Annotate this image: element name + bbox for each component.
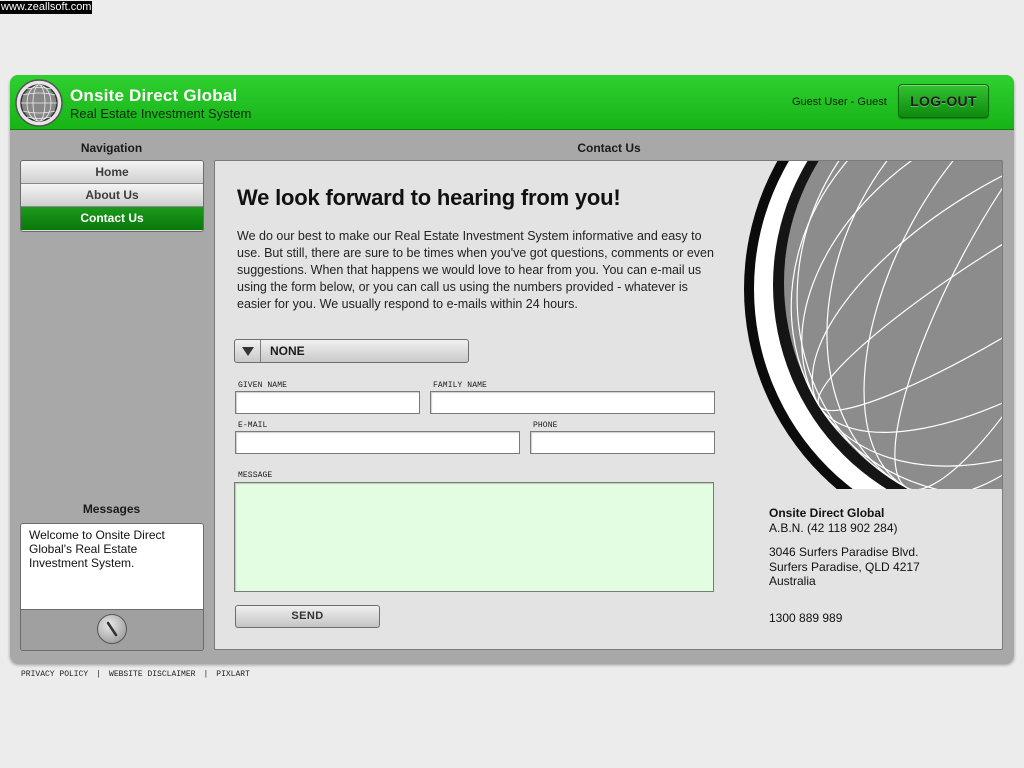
company-address-line1: 3046 Surfers Paradise Blvd. — [769, 545, 919, 559]
message-textarea[interactable] — [234, 482, 714, 592]
given-name-field[interactable] — [235, 391, 420, 414]
company-country: Australia — [769, 574, 816, 588]
intro-paragraph: We do our best to make our Real Estate I… — [237, 229, 714, 311]
globe-logo-icon — [15, 79, 63, 127]
globe-illustration-icon — [744, 161, 1002, 489]
given-name-label: GIVEN NAME — [238, 381, 288, 390]
footer-separator: | — [96, 670, 102, 679]
nav-item-about-us[interactable]: About Us — [21, 184, 203, 207]
family-name-field[interactable] — [430, 391, 715, 414]
company-address-line2: Surfers Paradise, QLD 4217 — [769, 559, 920, 574]
nav-item-home[interactable]: Home — [21, 161, 203, 184]
company-phone: 1300 889 989 — [769, 610, 843, 625]
footer-separator: | — [203, 670, 209, 679]
contact-panel: We look forward to hearing from you! We … — [214, 160, 1003, 650]
content-heading: Contact Us — [577, 141, 641, 155]
navigation-heading: Navigation — [80, 141, 143, 155]
topic-select[interactable]: NONE — [234, 339, 469, 363]
company-name: Onsite Direct Global — [769, 506, 885, 520]
messages-text: Welcome to Onsite Direct Global's Real E… — [21, 524, 203, 610]
message-label: MESSAGE — [238, 471, 273, 480]
app-subtitle: Real Estate Investment System — [70, 106, 252, 121]
header-bar: Onsite Direct Global Real Estate Investm… — [10, 75, 1014, 130]
dropdown-arrow[interactable] — [235, 340, 261, 362]
slash-icon — [106, 621, 118, 637]
watermark-text: www.zeallsoft.com — [0, 1, 93, 14]
triangle-down-icon — [242, 347, 254, 356]
messages-panel: Welcome to Onsite Direct Global's Real E… — [20, 523, 204, 651]
nav-item-contact-us[interactable]: Contact Us — [21, 207, 203, 230]
pixlart-link[interactable]: PIXLART — [216, 670, 250, 679]
phone-label: PHONE — [533, 421, 558, 430]
logout-button[interactable]: LOG-OUT — [898, 84, 989, 118]
company-abn: A.B.N. (42 118 902 284) — [769, 520, 898, 535]
company-details: Onsite Direct Global A.B.N. (42 118 902 … — [769, 506, 920, 625]
footer-links: PRIVACY POLICY | WEBSITE DISCLAIMER | PIXLAR… — [21, 670, 250, 679]
page-headline: We look forward to hearing from you! — [237, 185, 621, 210]
navigation-menu: Home About Us Contact Us — [20, 160, 204, 232]
app-frame: Onsite Direct Global Real Estate Investm… — [10, 75, 1014, 663]
send-button[interactable]: SEND — [235, 605, 380, 628]
website-disclaimer-link[interactable]: WEBSITE DISCLAIMER — [109, 670, 195, 679]
privacy-policy-link[interactable]: PRIVACY POLICY — [21, 670, 88, 679]
phone-field[interactable] — [530, 431, 715, 454]
clear-messages-button[interactable] — [97, 614, 127, 644]
app-title: Onsite Direct Global — [70, 86, 238, 105]
topic-select-value: NONE — [270, 344, 305, 358]
current-user-label: Guest User - Guest — [792, 96, 887, 108]
family-name-label: FAMILY NAME — [433, 381, 487, 390]
messages-heading: Messages — [82, 502, 141, 516]
email-field[interactable] — [235, 431, 520, 454]
email-label: E-MAIL — [238, 421, 268, 430]
